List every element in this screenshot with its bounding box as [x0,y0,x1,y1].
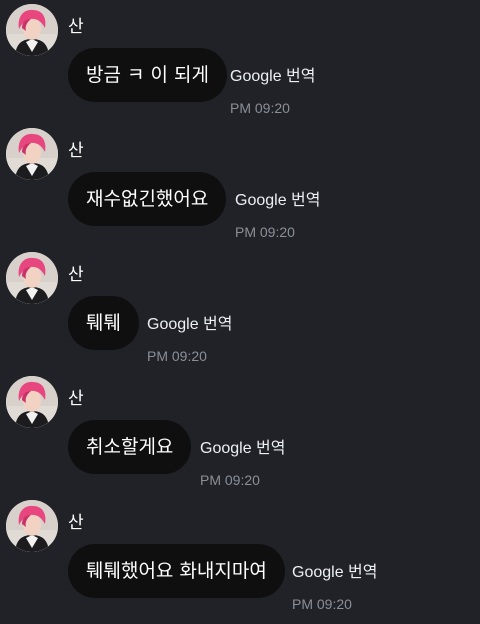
google-translate-link[interactable]: Google 번역 [235,186,320,210]
message-group: 산 재수없긴했어요 Google 번역 PM 09:20 [0,128,480,252]
timestamp: PM 09:20 [292,596,352,612]
google-translate-link[interactable]: Google 번역 [292,558,377,582]
message-bubble[interactable]: 방금 ㅋ 이 되게 [68,48,227,102]
avatar[interactable] [6,4,58,56]
message-bubble[interactable]: 취소할게요 [68,420,192,474]
avatar[interactable] [6,252,58,304]
message-meta: Google 번역 PM 09:20 [200,434,285,488]
avatar-photo-icon [6,376,58,428]
sender-name: 산 [68,389,84,409]
message-bubble[interactable]: 퉤퉤했어요 화내지마여 [68,544,285,598]
avatar[interactable] [6,500,58,552]
message-group: 산 퉤퉤 Google 번역 PM 09:20 [0,252,480,376]
avatar-photo-icon [6,252,58,304]
message-meta: Google 번역 PM 09:20 [292,558,377,612]
message-group: 산 취소할게요 Google 번역 PM 09:20 [0,376,480,500]
google-translate-link[interactable]: Google 번역 [147,310,232,334]
timestamp: PM 09:20 [200,472,260,488]
message-group: 산 방금 ㅋ 이 되게 Google 번역 PM 09:20 [0,4,480,128]
timestamp: PM 09:20 [147,348,207,364]
sender-name: 산 [68,513,84,533]
message-meta: Google 번역 PM 09:20 [235,186,320,240]
google-translate-link[interactable]: Google 번역 [200,434,285,458]
sender-name: 산 [68,141,84,161]
sender-name: 산 [68,17,84,37]
message-bubble[interactable]: 퉤퉤 [68,296,139,350]
timestamp: PM 09:20 [235,224,295,240]
message-group: 산 퉤퉤했어요 화내지마여 Google 번역 PM 09:20 [0,500,480,624]
sender-name: 산 [68,265,84,285]
avatar-photo-icon [6,4,58,56]
message-meta: Google 번역 PM 09:20 [147,310,232,364]
message-bubble[interactable]: 재수없긴했어요 [68,172,227,226]
message-meta: Google 번역 PM 09:20 [230,62,315,116]
timestamp: PM 09:20 [230,100,290,116]
avatar-photo-icon [6,500,58,552]
chat-thread[interactable]: 산 방금 ㅋ 이 되게 Google 번역 PM 09:20 산 재수없긴했어요… [0,0,480,618]
google-translate-link[interactable]: Google 번역 [230,62,315,86]
avatar[interactable] [6,128,58,180]
avatar[interactable] [6,376,58,428]
avatar-photo-icon [6,128,58,180]
